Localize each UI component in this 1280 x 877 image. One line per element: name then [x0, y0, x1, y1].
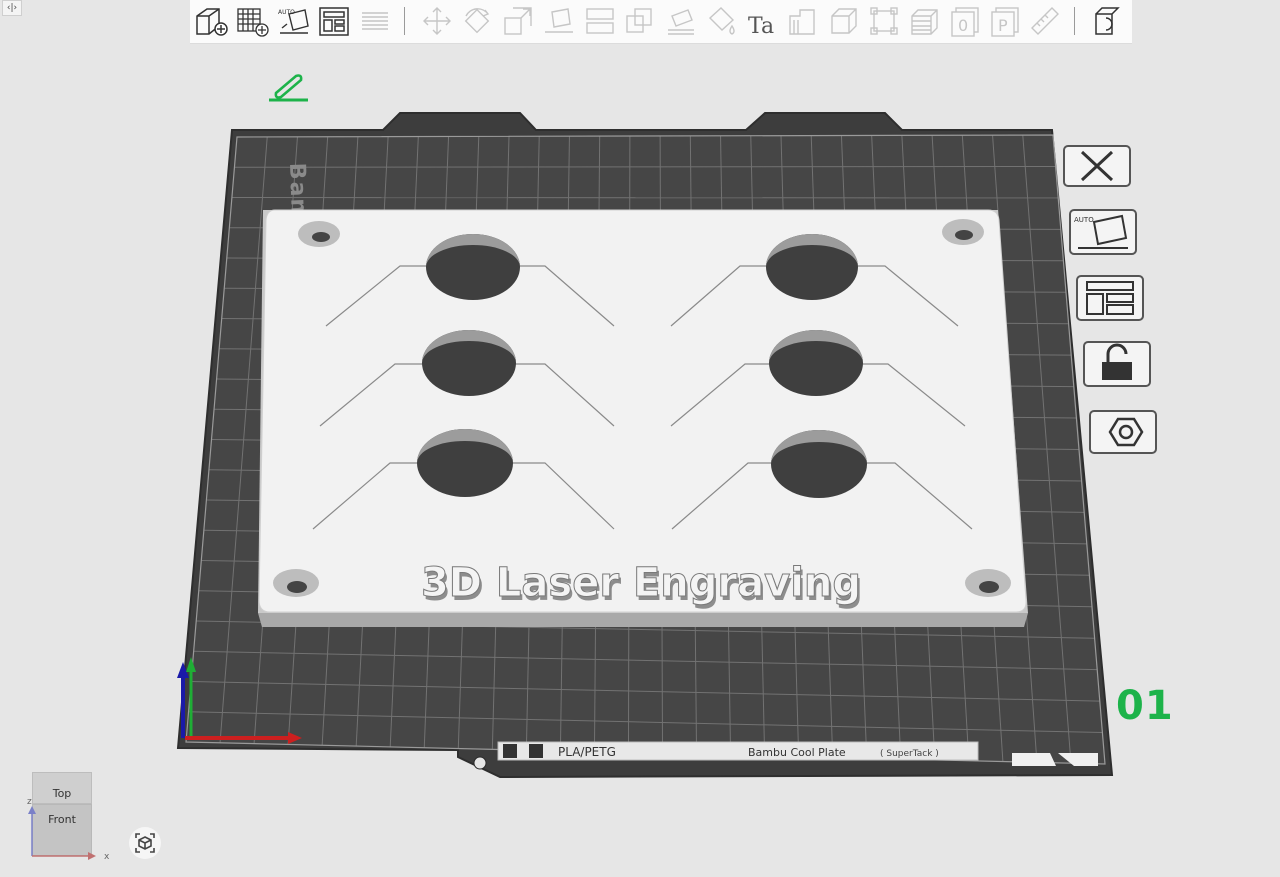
auto-badge: AUTO — [1074, 216, 1094, 224]
fuzzy-skin-icon[interactable] — [786, 4, 820, 38]
view-cube[interactable]: Top Front z x — [24, 770, 114, 866]
part-p-glyph: P — [998, 16, 1008, 35]
toolbar-separator — [404, 7, 405, 35]
hexagon-settings-icon — [1088, 407, 1158, 455]
color-paint-icon[interactable] — [705, 4, 739, 38]
part-0-icon[interactable]: 0 — [948, 4, 982, 38]
layers-icon[interactable] — [358, 4, 392, 38]
stack-icon[interactable] — [908, 4, 942, 38]
lay-on-face-icon[interactable] — [542, 4, 576, 38]
auto-badge: AUTO — [278, 9, 295, 16]
add-cube-icon[interactable] — [194, 4, 228, 38]
edit-pencil-icon[interactable] — [269, 76, 308, 101]
main-toolbar: AUTO Ta 0 P — [190, 0, 1132, 44]
assembly-icon[interactable] — [1090, 4, 1124, 38]
auto-orient-plate-button[interactable]: AUTO — [1068, 208, 1138, 256]
engraving-text: 3D Laser Engraving — [421, 560, 861, 606]
filament-type-label: PLA/PETG — [558, 745, 616, 759]
plate-type-label: Bambu Cool Plate — [748, 746, 846, 759]
add-plate-icon[interactable] — [235, 4, 269, 38]
arrange-icon — [1075, 274, 1145, 322]
boolean-icon[interactable] — [623, 4, 657, 38]
rotate-icon[interactable] — [460, 4, 494, 38]
text-tool-icon[interactable]: Ta — [745, 4, 779, 38]
move-icon[interactable] — [420, 4, 454, 38]
cube-view-icon[interactable] — [827, 4, 861, 38]
cut-icon[interactable] — [583, 4, 617, 38]
auto-orient-icon[interactable]: AUTO — [277, 4, 311, 38]
auto-orient-icon: AUTO — [1068, 208, 1138, 256]
fit-view-icon — [129, 827, 161, 859]
unlock-icon — [1082, 340, 1152, 388]
engraving-model[interactable]: 3D Laser Engraving 3D Laser Engraving — [258, 210, 1028, 627]
fit-view-button[interactable] — [129, 827, 161, 859]
scale-icon[interactable] — [501, 4, 535, 38]
part-0-glyph: 0 — [958, 16, 968, 35]
arrange-icon[interactable] — [317, 4, 351, 38]
plate-hole — [474, 757, 486, 769]
view-cube-axes: z x — [24, 770, 114, 866]
text-tool-glyph: Ta — [748, 14, 774, 38]
plate-number-label: 01 — [1116, 683, 1174, 729]
measure-icon[interactable] — [1028, 4, 1062, 38]
toolbar-separator — [1074, 7, 1075, 35]
collapse-panel-toggle[interactable]: ‹|› — [2, 0, 22, 16]
axis-x-label: x — [104, 852, 110, 862]
lock-plate-button[interactable] — [1082, 340, 1152, 388]
plate-footer-label: PLA/PETG Bambu Cool Plate ( SuperTack ) — [498, 742, 978, 760]
support-paint-icon[interactable] — [664, 4, 698, 38]
bounding-box-icon[interactable] — [867, 4, 901, 38]
plate-variant-label: ( SuperTack ) — [880, 749, 939, 759]
axis-z-label: z — [27, 797, 32, 807]
part-p-icon[interactable]: P — [988, 4, 1022, 38]
close-icon — [1062, 142, 1132, 190]
delete-plate-button[interactable] — [1062, 142, 1132, 190]
arrange-plate-button[interactable] — [1075, 274, 1145, 322]
plate-settings-button[interactable] — [1088, 407, 1158, 455]
